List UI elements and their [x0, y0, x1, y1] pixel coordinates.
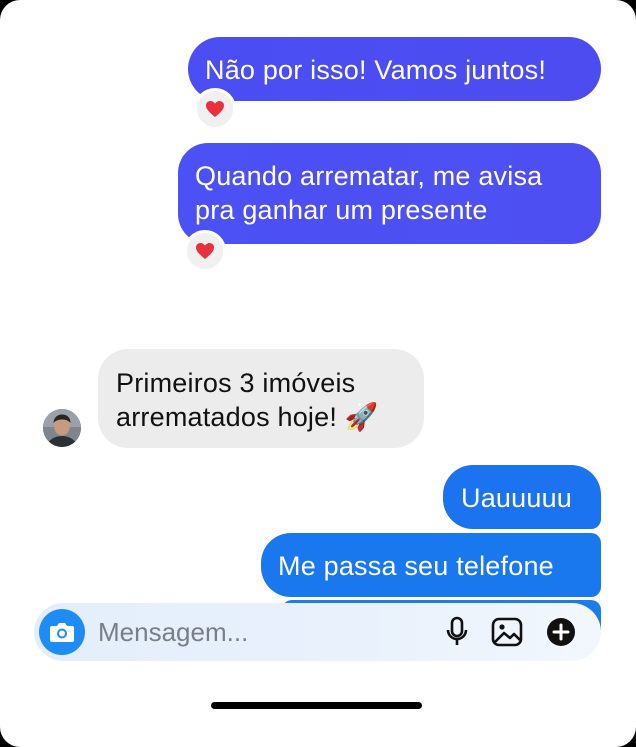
message-line: arrematados hoje! 🚀 [116, 402, 379, 432]
message-input[interactable]: Mensagem... [98, 617, 248, 647]
heart-icon [206, 101, 224, 117]
chat-screen: Não por isso! Vamos juntos! Quando arrem… [0, 0, 636, 747]
avatar[interactable] [43, 409, 81, 447]
microphone-icon [446, 616, 468, 645]
message-line: Primeiros 3 imóveis [116, 368, 356, 398]
message-line: Quando arrematar, me avisa [195, 161, 543, 191]
gallery-icon [491, 617, 523, 647]
heart-reaction[interactable] [184, 230, 226, 272]
message-bubble-outgoing[interactable]: Quando arrematar, me avisa pra ganhar um… [178, 143, 601, 244]
message-text: Uauuuuu [461, 483, 572, 513]
heart-icon [196, 243, 214, 259]
avatar-photo [43, 409, 81, 447]
message-text: Me passa seu telefone [278, 551, 554, 581]
camera-icon [50, 623, 74, 642]
plus-icon [547, 618, 575, 646]
home-indicator[interactable] [211, 702, 422, 709]
heart-reaction[interactable] [194, 88, 236, 130]
camera-button[interactable] [39, 609, 85, 655]
message-composer[interactable]: Mensagem... [34, 603, 601, 661]
microphone-button[interactable] [441, 616, 473, 648]
message-bubble-outgoing[interactable]: Não por isso! Vamos juntos! [188, 37, 601, 101]
message-bubble-outgoing[interactable]: Uauuuuu [443, 465, 601, 529]
message-text: Não por isso! Vamos juntos! [205, 55, 547, 85]
message-line: pra ganhar um presente [195, 195, 488, 225]
gallery-button[interactable] [491, 616, 523, 648]
message-bubble-incoming[interactable]: Primeiros 3 imóveis arrematados hoje! 🚀 [98, 349, 424, 448]
add-button[interactable] [545, 616, 577, 648]
message-bubble-outgoing[interactable]: Me passa seu telefone [261, 533, 601, 597]
